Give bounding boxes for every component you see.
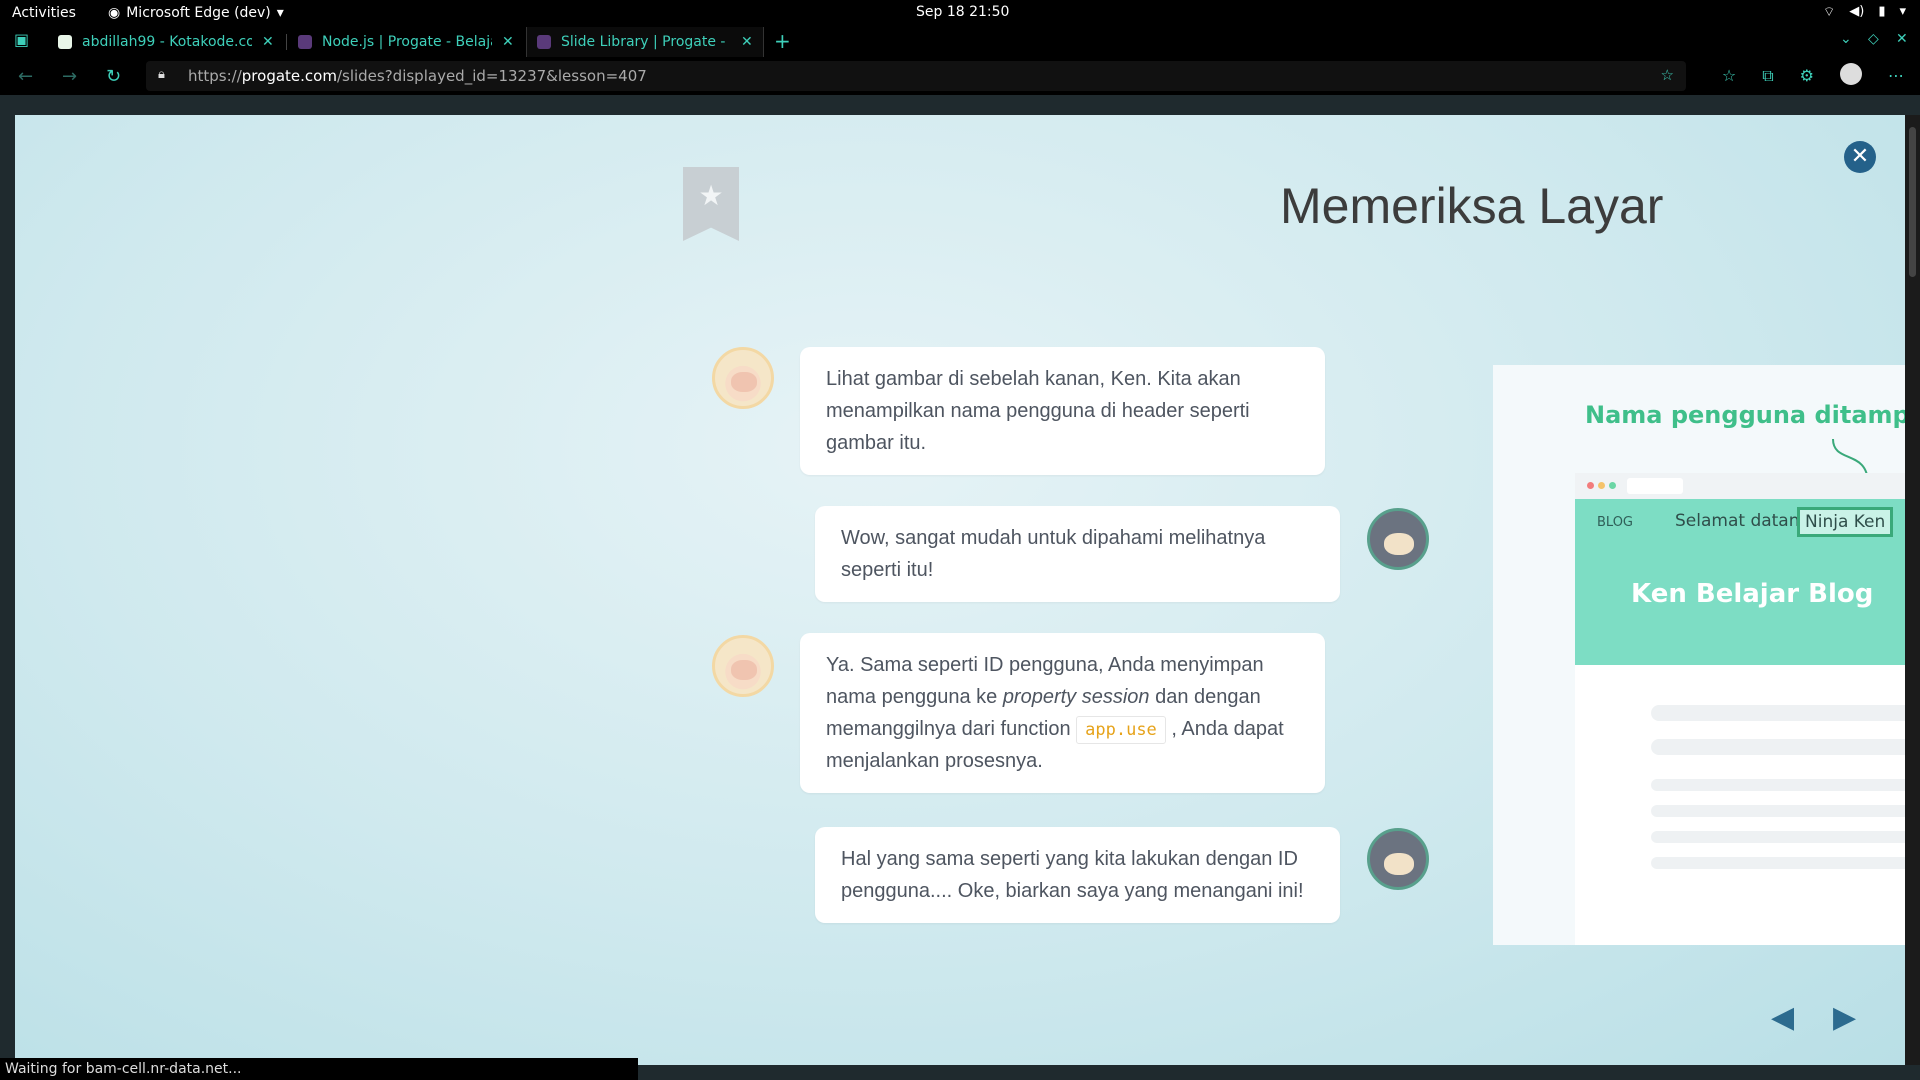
tab-title: Node.js | Progate - Belajar: [322, 34, 492, 50]
next-slide-icon[interactable]: ▶: [1833, 1000, 1856, 1035]
new-tab-plus-icon[interactable]: +: [774, 29, 791, 53]
address-bar[interactable]: 🔒︎ https://progate.com/slides?displayed_…: [146, 61, 1686, 91]
clock[interactable]: Sep 18 21:50: [916, 4, 1009, 20]
url-host: progate.com: [241, 67, 337, 85]
mock-blog-header: BLOG Selamat datang, Ninja Ken Ken Belaj…: [1575, 499, 1905, 665]
illustration-caption: Nama pengguna ditampilkan: [1585, 401, 1905, 429]
chat-bubble: Lihat gambar di sebelah kanan, Ken. Kita…: [800, 347, 1325, 475]
mock-nav-label: BLOG: [1597, 515, 1634, 530]
activities-button[interactable]: Activities: [12, 5, 76, 21]
collections-icon[interactable]: ⧉: [1762, 66, 1773, 86]
tab-strip: ▣ abdillah99 - Kotakode.com ✕ Node.js | …: [0, 27, 1920, 57]
app-name: Microsoft Edge (dev): [126, 5, 271, 21]
toolbar-icons: ☆ ⧉ ⚙ ⋯: [1722, 63, 1904, 86]
tab-title: abdillah99 - Kotakode.com: [82, 34, 252, 50]
progate-favicon-icon: [298, 35, 312, 49]
reload-icon[interactable]: ↻: [106, 66, 121, 87]
edge-icon: ◉: [108, 5, 121, 21]
page-viewport: ★ ✕ Memeriksa Layar Lihat gambar di sebe…: [0, 95, 1920, 1080]
slide-modal: ★ ✕ Memeriksa Layar Lihat gambar di sebe…: [15, 115, 1905, 1065]
wifi-icon: ⌔: [1823, 5, 1836, 20]
mock-blog-title: Ken Belajar Blog: [1631, 579, 1874, 609]
previous-slide-icon[interactable]: ◀: [1771, 1000, 1794, 1035]
message-text: Lihat gambar di sebelah kanan, Ken. Kita…: [826, 368, 1250, 454]
battery-icon: ▮: [1878, 4, 1886, 19]
mock-username: Ninja Ken: [1797, 507, 1894, 537]
chat-bubble: Ya. Sama seperti ID pengguna, Anda menyi…: [800, 633, 1325, 793]
favorites-icon[interactable]: ☆: [1722, 66, 1736, 86]
illustration-panel: Nama pengguna ditampilkan BLOG Selamat d…: [1493, 365, 1905, 945]
tab-nodejs[interactable]: Node.js | Progate - Belajar ✕: [298, 27, 514, 57]
close-slide-icon[interactable]: ✕: [1844, 141, 1876, 173]
status-bar: Waiting for bam-cell.nr-data.net...: [0, 1058, 638, 1080]
system-top-bar: Activities ◉ Microsoft Edge (dev) ▾ Sep …: [0, 0, 1920, 27]
url-scheme: https://: [188, 67, 242, 85]
extensions-icon[interactable]: ⚙: [1800, 66, 1814, 86]
bookmark-star-icon[interactable]: ★: [683, 167, 739, 241]
tab-actions-icon[interactable]: ▣: [14, 30, 29, 49]
tab-title: Slide Library | Progate - Belajar: [561, 34, 731, 50]
close-tab-icon[interactable]: ✕: [502, 34, 514, 50]
progate-favicon-icon: [537, 35, 551, 49]
ninja-avatar-icon: [1367, 828, 1429, 890]
close-window-icon[interactable]: ✕: [1896, 31, 1908, 47]
ninja-avatar-icon: [1367, 508, 1429, 570]
profile-avatar-icon[interactable]: [1840, 63, 1862, 85]
add-favorite-star-icon[interactable]: ☆: [1661, 66, 1674, 84]
url-text[interactable]: https://progate.com/slides?displayed_id=…: [188, 67, 647, 85]
chat-bubble: Hal yang sama seperti yang kita lakukan …: [815, 827, 1340, 923]
url-path: /slides?displayed_id=13237&lesson=407: [336, 67, 647, 85]
kotakode-favicon-icon: [58, 35, 72, 49]
lock-icon[interactable]: 🔒︎: [158, 67, 165, 82]
message-emphasis: property session: [1002, 686, 1150, 708]
close-tab-icon[interactable]: ✕: [741, 34, 753, 50]
inline-code: app.use: [1076, 716, 1166, 744]
chat-bubble: Wow, sangat mudah untuk dipahami melihat…: [815, 506, 1340, 602]
page-scrollbar[interactable]: [1905, 115, 1920, 1065]
volume-icon: ◀): [1849, 4, 1865, 19]
tab-list-chevron-icon[interactable]: ⌄: [1840, 31, 1852, 47]
forward-arrow-icon[interactable]: →: [62, 66, 77, 87]
mock-browser-chrome: [1575, 473, 1905, 499]
back-arrow-icon[interactable]: ←: [18, 66, 33, 87]
mock-browser: BLOG Selamat datang, Ninja Ken Ken Belaj…: [1575, 473, 1905, 945]
sheep-avatar-icon: [712, 347, 774, 409]
slide-title: Memeriksa Layar: [1280, 178, 1664, 234]
navigation-bar: ← → ↻ 🔒︎ https://progate.com/slides?disp…: [0, 57, 1920, 95]
system-tray[interactable]: ⌔ ◀) ▮ ▾: [1823, 4, 1906, 20]
close-tab-icon[interactable]: ✕: [262, 34, 274, 50]
message-text: Hal yang sama seperti yang kita lakukan …: [841, 848, 1304, 902]
chevron-down-icon: ▾: [276, 5, 284, 21]
more-options-icon[interactable]: ⋯: [1888, 66, 1904, 86]
sheep-avatar-icon: [712, 635, 774, 697]
message-text: Wow, sangat mudah untuk dipahami melihat…: [841, 527, 1266, 581]
tab-kotakode[interactable]: abdillah99 - Kotakode.com ✕: [58, 27, 274, 57]
tab-sync-icon[interactable]: ◇: [1868, 31, 1879, 47]
power-menu-chevron-icon: ▾: [1899, 4, 1906, 19]
app-menu[interactable]: ◉ Microsoft Edge (dev) ▾: [108, 5, 284, 21]
mock-welcome-text: Selamat datang,: [1675, 511, 1816, 531]
tab-slide-library[interactable]: Slide Library | Progate - Belajar ✕: [526, 27, 764, 57]
